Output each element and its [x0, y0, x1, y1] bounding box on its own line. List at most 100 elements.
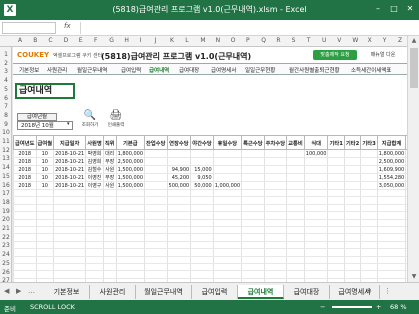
table-cell[interactable] [102, 256, 117, 264]
table-cell[interactable] [286, 211, 305, 220]
table-cell[interactable] [343, 211, 362, 220]
column-header[interactable]: Z [398, 37, 402, 44]
table-cell[interactable]: 1,000,000 [212, 181, 243, 190]
table-cell[interactable] [13, 204, 37, 213]
column-header[interactable]: K [170, 37, 174, 44]
table-cell[interactable] [190, 189, 214, 198]
table-cell[interactable] [190, 211, 214, 220]
table-cell[interactable] [343, 256, 362, 264]
table-cell[interactable] [144, 226, 168, 235]
table-cell[interactable] [263, 211, 288, 220]
table-row[interactable]: 2018 10 2018-10-21 이영구 사원 1,500,000 500,000 50,… [13, 181, 407, 190]
table-cell[interactable]: 2018 [13, 149, 37, 158]
row-header[interactable]: 8 [0, 112, 12, 119]
table-cell[interactable] [360, 226, 378, 235]
zoom-slider[interactable] [332, 306, 372, 308]
table-cell[interactable] [115, 219, 146, 227]
table-cell[interactable] [241, 226, 265, 235]
table-cell[interactable]: 1,800,000 [115, 149, 146, 158]
table-cell[interactable] [241, 189, 265, 198]
row-header[interactable]: 6 [0, 95, 12, 102]
more-options-icon[interactable]: ⋮ [384, 287, 391, 295]
table-cell[interactable] [303, 196, 329, 205]
table-cell[interactable] [190, 196, 214, 205]
table-cell[interactable] [212, 256, 243, 264]
table-cell[interactable] [212, 219, 243, 227]
table-cell[interactable] [376, 189, 407, 198]
table-cell[interactable] [286, 226, 305, 235]
row-header[interactable]: 17 [0, 190, 12, 197]
table-cell[interactable] [102, 263, 117, 272]
print-button[interactable]: 🖨 인쇄출력 [105, 109, 127, 131]
table-cell[interactable] [115, 256, 146, 264]
table-cell[interactable] [327, 241, 345, 250]
row-header[interactable]: 22 [0, 234, 12, 241]
table-cell[interactable] [263, 189, 288, 198]
table-cell[interactable] [376, 256, 407, 264]
table-cell[interactable] [327, 226, 345, 235]
column-header[interactable]: N [216, 37, 221, 44]
table-cell[interactable]: 2018 [13, 173, 37, 182]
table-cell[interactable] [144, 241, 168, 250]
table-cell[interactable]: 50,000 [190, 181, 214, 190]
table-cell[interactable] [102, 226, 117, 235]
table-cell[interactable] [85, 189, 104, 198]
table-cell[interactable] [327, 256, 345, 264]
row-header[interactable]: 7 [0, 103, 12, 110]
table-cell[interactable] [263, 157, 288, 166]
table-cell[interactable] [13, 189, 37, 198]
row-header[interactable]: 10 [0, 129, 12, 136]
table-row[interactable]: 2018 10 2018-10-21 이영진 부장 1,500,000 45,200 9,05… [13, 173, 407, 182]
table-cell[interactable] [343, 226, 362, 235]
table-cell[interactable] [144, 196, 168, 205]
table-cell[interactable] [115, 204, 146, 213]
table-cell[interactable] [241, 270, 265, 279]
table-cell[interactable] [144, 263, 168, 272]
custom-order-button[interactable]: 맞춤제작 요청 [313, 50, 357, 60]
table-cell[interactable]: 2018 [13, 165, 37, 174]
table-cell[interactable]: 2018 [13, 157, 37, 166]
nav-tab[interactable]: 급여내역 [149, 66, 169, 74]
table-cell[interactable] [360, 219, 378, 227]
row-header[interactable]: 18 [0, 199, 12, 206]
table-row[interactable]: 2018 10 2018-10-21 김철수 사원 1,500,000 94,900 15,0… [13, 165, 407, 174]
table-cell[interactable]: 2,500,000 [376, 157, 407, 166]
table-cell[interactable] [343, 149, 362, 158]
table-cell[interactable]: 1,800,000 [376, 149, 407, 158]
column-header[interactable]: U [322, 37, 326, 44]
table-cell[interactable] [263, 196, 288, 205]
table-cell[interactable] [343, 233, 362, 242]
nav-tab[interactable]: 월일근무내역 [77, 66, 107, 74]
table-row[interactable]: 2018 10 2018-10-21 김영희 부장 2,500,000 2,500,000 [13, 157, 407, 166]
table-cell[interactable] [53, 219, 87, 227]
table-cell[interactable] [53, 211, 87, 220]
table-cell[interactable] [263, 165, 288, 174]
table-cell[interactable] [13, 241, 37, 250]
table-row[interactable] [13, 270, 407, 279]
column-header[interactable]: A [18, 37, 22, 44]
table-cell[interactable]: 2018 [13, 181, 37, 190]
table-cell[interactable] [102, 248, 117, 257]
table-cell[interactable] [376, 248, 407, 257]
table-cell[interactable]: 사원 [102, 181, 117, 190]
table-cell[interactable] [115, 263, 146, 272]
table-cell[interactable] [53, 204, 87, 213]
row-header[interactable]: 3 [0, 68, 12, 75]
table-cell[interactable] [360, 270, 378, 279]
table-cell[interactable]: 2018-10-21 [53, 181, 87, 190]
table-cell[interactable] [286, 263, 305, 272]
table-cell[interactable] [166, 226, 192, 235]
table-cell[interactable] [212, 189, 243, 198]
table-cell[interactable] [303, 181, 329, 190]
table-cell[interactable] [102, 233, 117, 242]
table-cell[interactable] [263, 226, 288, 235]
table-cell[interactable]: 15,000 [190, 165, 214, 174]
table-cell[interactable] [303, 270, 329, 279]
row-header[interactable]: 20 [0, 216, 12, 223]
table-cell[interactable] [286, 181, 305, 190]
table-cell[interactable] [263, 219, 288, 227]
table-cell[interactable] [212, 248, 243, 257]
row-header[interactable]: 1 [0, 51, 12, 58]
table-cell[interactable] [212, 149, 243, 158]
table-cell[interactable] [327, 204, 345, 213]
